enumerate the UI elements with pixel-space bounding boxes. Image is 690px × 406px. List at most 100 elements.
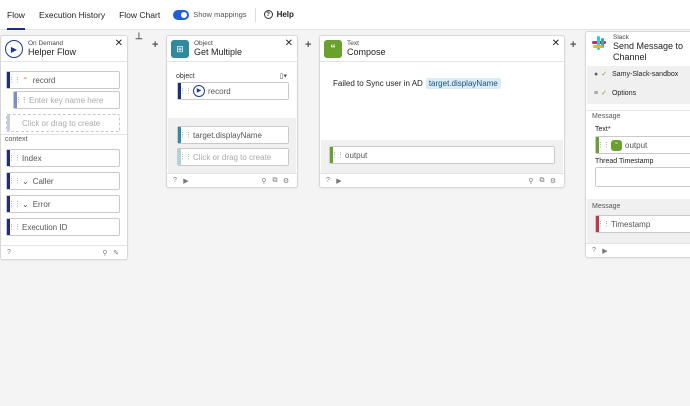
drag-handle-icon[interactable]: ⋮⋮ — [597, 137, 610, 153]
create-placeholder: Click or drag to create — [22, 118, 101, 128]
drag-handle-icon[interactable]: ⋮⋮ — [597, 216, 610, 232]
compose-body-text: Failed to Sync user in AD — [333, 79, 423, 88]
thread-timestamp-input[interactable] — [595, 167, 690, 187]
target-display-name-chip[interactable]: target.displayName — [425, 78, 501, 89]
text-field-label: Text* — [595, 126, 611, 133]
add-step-icon[interactable]: + — [152, 39, 158, 51]
record-pill[interactable]: ⋮⋮ ▶ record — [177, 82, 289, 100]
tab-flow-chart[interactable]: Flow Chart — [112, 0, 167, 30]
context-item-error[interactable]: ⋮⋮ ⌄ Error — [6, 195, 120, 213]
options-row[interactable]: ≡ ✓ Options — [594, 89, 637, 98]
helper-flow-card: ▶ On Demand Helper Flow ✕ ⋮⋮ ⌃ record ⋮⋮… — [0, 35, 128, 260]
target-label: target.displayName — [193, 130, 262, 140]
drag-handle-icon[interactable]: ⋮⋮ — [179, 83, 192, 99]
create-dropzone[interactable]: ⋮⋮ Click or drag to create — [177, 148, 289, 166]
object-icon: ⊞ — [171, 40, 189, 58]
search-icon[interactable]: ⚲ — [260, 177, 268, 185]
quote-icon: “ — [324, 40, 342, 58]
tab-execution-history[interactable]: Execution History — [32, 0, 112, 30]
copy-icon[interactable]: ⧉ — [538, 177, 546, 185]
check-icon: ✓ — [601, 71, 608, 78]
record-label: record — [208, 86, 231, 96]
help-label: Help — [276, 10, 294, 19]
options-label: Options — [611, 89, 637, 97]
user-icon: ● — [594, 70, 599, 78]
output-pill[interactable]: ⋮⋮ output — [329, 146, 555, 164]
drag-handle-icon[interactable]: ⋮⋮ — [8, 150, 21, 166]
gear-icon[interactable]: ⚙ — [549, 177, 557, 185]
target-display-name-pill[interactable]: ⋮⋮ target.displayName — [177, 126, 289, 144]
context-label: context — [5, 136, 28, 143]
show-mappings-toggle[interactable] — [173, 9, 190, 20]
close-icon[interactable]: ✕ — [285, 38, 293, 49]
add-step-icon[interactable]: + — [570, 39, 576, 51]
text-field-value: output — [625, 140, 648, 150]
drag-handle-icon[interactable]: ⋮⋮ — [331, 147, 344, 163]
card-title: Helper Flow — [28, 47, 77, 57]
close-icon[interactable]: ✕ — [552, 38, 560, 49]
tab-flow[interactable]: Flow — [0, 0, 32, 30]
chevron-up-icon[interactable]: ⌃ — [22, 76, 29, 85]
search-icon[interactable]: ⚲ — [527, 177, 535, 185]
card-type: Text — [347, 40, 359, 47]
help-icon[interactable]: ? — [171, 177, 179, 185]
drag-handle-icon[interactable]: ⋮⋮ — [15, 92, 28, 108]
gear-icon[interactable]: ⚙ — [282, 177, 290, 185]
close-icon[interactable]: ✕ — [115, 38, 123, 49]
help-icon[interactable]: ? — [324, 177, 332, 185]
help-button[interactable]: ? Help — [263, 10, 294, 19]
tab-execution-history-label: Execution History — [38, 9, 106, 20]
context-item-label: Execution ID — [22, 222, 68, 232]
play-icon[interactable]: ▶ — [182, 177, 190, 185]
card-header: ⊞ Object Get Multiple ✕ — [167, 36, 297, 62]
edit-icon[interactable]: ✎ — [112, 249, 120, 257]
drag-handle-icon[interactable] — [10, 115, 18, 131]
timestamp-pill[interactable]: ⋮⋮ Timestamp — [595, 215, 690, 233]
record-pill[interactable]: ⋮⋮ ⌃ record — [6, 71, 120, 89]
text-field[interactable]: ⋮⋮ “ output — [595, 136, 690, 154]
card-footer: ? ▶ — [586, 243, 690, 257]
file-dropdown-icon[interactable]: ▯▾ — [280, 72, 287, 80]
drag-handle-icon[interactable]: ⋮⋮ — [8, 219, 21, 235]
card-footer: ? ▶ ⚲ ⧉ ⚙ — [320, 173, 564, 187]
account-row[interactable]: ● ✓ Samy-Slack-sandbox — [594, 70, 679, 79]
help-icon[interactable]: ? — [590, 247, 598, 255]
context-item-caller[interactable]: ⋮⋮ ⌄ Caller — [6, 172, 120, 190]
copy-icon[interactable]: ⧉ — [271, 177, 279, 185]
add-step-icon[interactable]: ⊥ — [135, 31, 143, 42]
play-circle-icon: ▶ — [193, 85, 205, 97]
top-bar: Flow Execution History Flow Chart Show m… — [0, 0, 690, 30]
slack-icon — [590, 34, 608, 52]
quote-icon: “ — [611, 139, 622, 151]
search-icon[interactable]: ⚲ — [101, 249, 109, 257]
play-icon[interactable]: ▶ — [601, 247, 609, 255]
card-title-line2: Channel — [613, 52, 647, 62]
drag-handle-icon[interactable]: ⋮⋮ — [179, 149, 192, 165]
help-icon[interactable]: ? — [5, 249, 13, 257]
slack-send-message-card: Slack Send Message to Channel ● ✓ Samy-S… — [585, 31, 690, 258]
chevron-down-icon[interactable]: ⌄ — [22, 177, 29, 186]
context-item-label: Index — [22, 153, 42, 163]
help-icon: ? — [263, 10, 273, 19]
chevron-down-icon[interactable]: ⌄ — [22, 200, 29, 209]
drag-handle-icon[interactable]: ⋮⋮ — [179, 127, 192, 143]
context-item-execution-id[interactable]: ⋮⋮ Execution ID — [6, 218, 120, 236]
card-type: Slack — [613, 34, 629, 41]
show-mappings-label: Show mappings — [193, 10, 247, 19]
drag-handle-icon[interactable]: ⋮⋮ — [8, 72, 21, 88]
create-placeholder: Click or drag to create — [193, 152, 272, 162]
key-name-input[interactable]: ⋮⋮ Enter key name here — [13, 91, 120, 109]
compose-text-editor[interactable]: Failed to Sync user in AD target.display… — [333, 78, 501, 89]
drag-handle-icon[interactable]: ⋮⋮ — [8, 196, 21, 212]
timestamp-label: Timestamp — [611, 219, 651, 229]
card-title: Compose — [347, 47, 386, 57]
play-icon[interactable]: ▶ — [335, 177, 343, 185]
object-get-multiple-card: ⊞ Object Get Multiple ✕ object ▯▾ ⋮⋮ ▶ r… — [166, 35, 298, 188]
create-dropzone[interactable]: Click or drag to create — [6, 114, 120, 132]
card-type: On Demand — [28, 40, 64, 47]
context-item-index[interactable]: ⋮⋮ Index — [6, 149, 120, 167]
drag-handle-icon[interactable]: ⋮⋮ — [8, 173, 21, 189]
add-step-icon[interactable]: + — [305, 39, 311, 51]
account-label: Samy-Slack-sandbox — [612, 70, 679, 78]
text-compose-card: “ Text Compose ✕ Failed to Sync user in … — [319, 35, 565, 188]
